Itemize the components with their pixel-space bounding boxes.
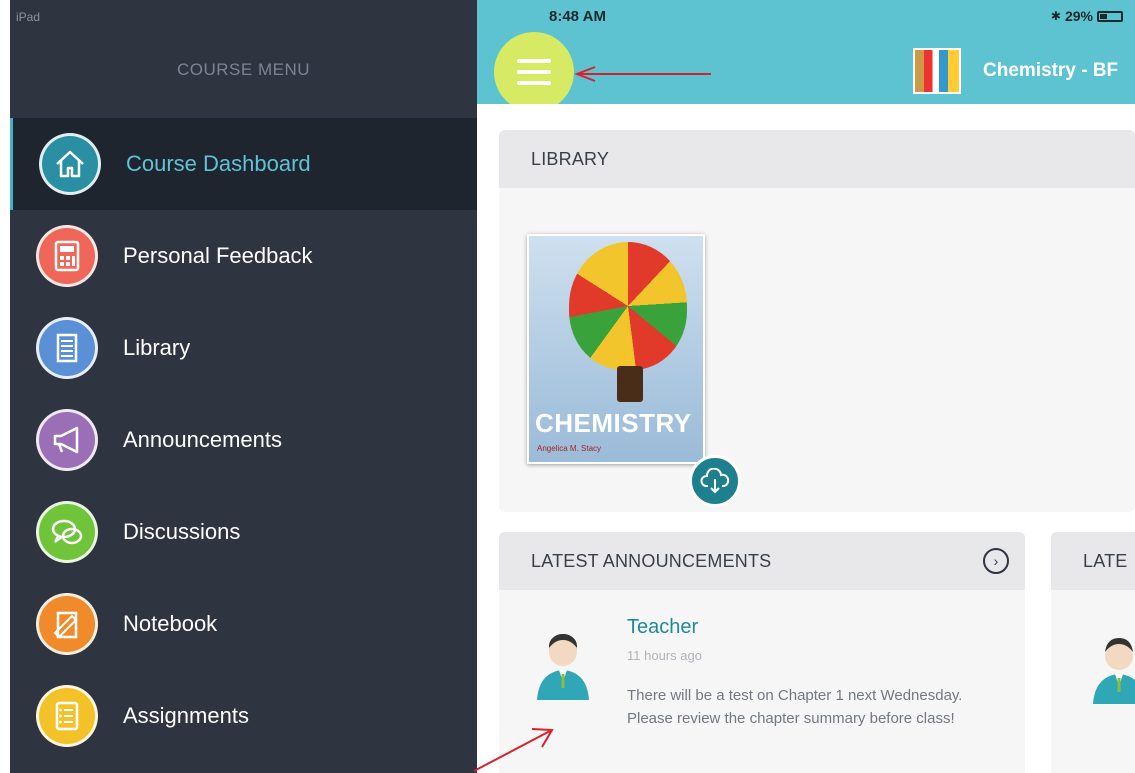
- second-card-heading: LATE: [1051, 532, 1135, 590]
- announcements-heading: LATEST ANNOUNCEMENTS ›: [499, 532, 1025, 590]
- hamburger-line: [517, 59, 551, 63]
- book-stack-icon: [36, 317, 98, 379]
- notebook-icon: [36, 593, 98, 655]
- sidebar-item-label: Course Dashboard: [126, 151, 311, 176]
- top-header: 8:48 AM ✱ 29% Chemistry - BF: [477, 0, 1135, 112]
- announcement-time: 11 hours ago: [627, 648, 702, 663]
- calculator-icon: [36, 225, 98, 287]
- sidebar-item-label: Assignments: [123, 703, 249, 728]
- sidebar-item-library[interactable]: Library: [10, 302, 477, 394]
- announcements-heading-text: LATEST ANNOUNCEMENTS: [531, 550, 772, 571]
- course-menu-title: COURSE MENU: [176, 60, 310, 79]
- course-thumbnail: [913, 48, 961, 94]
- sidebar-item-label: Notebook: [123, 611, 218, 636]
- sidebar-item-label: Library: [123, 335, 191, 360]
- second-latest-card: LATE: [1051, 532, 1135, 773]
- sidebar-item-label: Discussions: [123, 519, 241, 544]
- teacher-avatar: [537, 634, 589, 700]
- megaphone-icon: [36, 409, 98, 471]
- book-author: Angelica M. Stacy: [537, 444, 602, 453]
- sidebar-item-personal-feedback[interactable]: Personal Feedback: [10, 210, 477, 302]
- book-title: CHEMISTRY: [535, 408, 692, 438]
- hamburger-menu-button[interactable]: [494, 32, 574, 112]
- announcement-author[interactable]: Teacher: [627, 616, 698, 639]
- red-arrow-annotation-top: [574, 66, 711, 82]
- battery-icon: [1097, 10, 1123, 22]
- sidebar-item-discussions[interactable]: Discussions: [10, 486, 477, 578]
- sidebar-item-label: Announcements: [123, 427, 282, 452]
- cloud-download-icon[interactable]: [689, 455, 741, 507]
- sidebar-item-label: Personal Feedback: [123, 243, 313, 268]
- sidebar-item-announcements[interactable]: Announcements: [10, 394, 477, 486]
- hamburger-line: [517, 81, 551, 85]
- latest-announcements-card: LATEST ANNOUNCEMENTS › Teacher 11 hours …: [499, 532, 1025, 773]
- sidebar-item-course-dashboard[interactable]: Course Dashboard: [10, 118, 477, 210]
- hamburger-line: [517, 70, 551, 74]
- announcement-body: There will be a test on Chapter 1 next W…: [627, 687, 963, 727]
- checklist-icon: [36, 685, 98, 747]
- chat-bubbles-icon: [36, 501, 98, 563]
- book-cover[interactable]: CHEMISTRY Angelica M. Stacy: [527, 234, 705, 464]
- hot-air-balloon-image: [569, 242, 687, 370]
- bluetooth-icon: ✱: [1050, 9, 1061, 23]
- course-menu-sidebar: iPad COURSE MENU Course Dashboard Person…: [10, 0, 477, 773]
- chevron-right-icon[interactable]: ›: [983, 548, 1009, 574]
- course-title[interactable]: Chemistry - BF: [983, 60, 1118, 82]
- device-status: iPad: [16, 10, 41, 24]
- sidebar-item-assignments[interactable]: Assignments: [10, 670, 477, 762]
- dashboard-content: LIBRARY CHEMISTRY Angelica M. Stacy LATE…: [477, 104, 1135, 773]
- menu-list: Course Dashboard Personal Feedback Libra…: [10, 118, 477, 762]
- battery-percent: 29%: [1064, 8, 1093, 24]
- status-time: 8:48 AM: [549, 8, 606, 25]
- user-avatar: [1093, 638, 1135, 704]
- library-card: LIBRARY CHEMISTRY Angelica M. Stacy: [499, 130, 1135, 512]
- home-icon: [39, 133, 101, 195]
- red-arrow-annotation-bottom: [473, 728, 554, 772]
- balloon-basket: [617, 366, 643, 402]
- battery-status: ✱ 29%: [1051, 8, 1123, 24]
- sidebar-item-notebook[interactable]: Notebook: [10, 578, 477, 670]
- library-heading: LIBRARY: [499, 130, 1135, 188]
